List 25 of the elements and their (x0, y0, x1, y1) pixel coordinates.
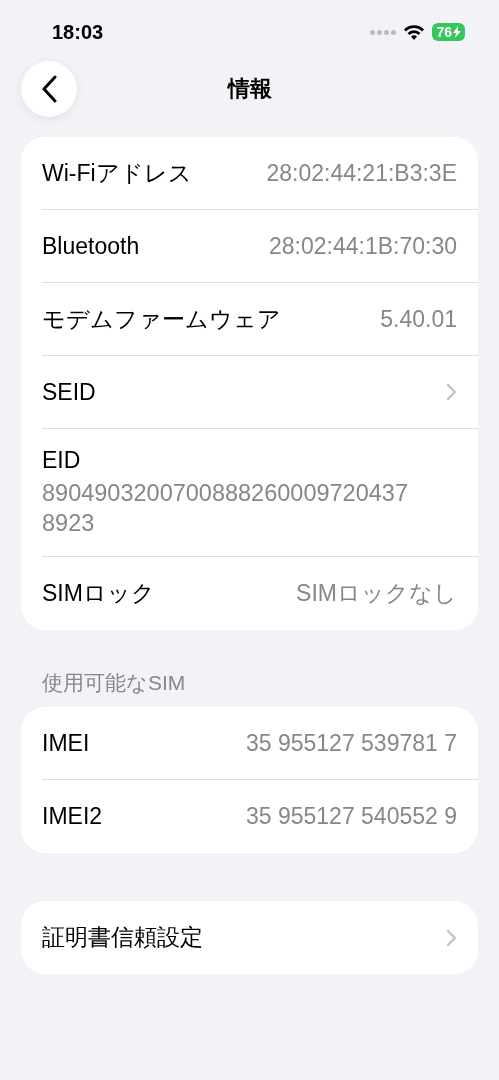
row-label: Bluetooth (42, 232, 140, 260)
back-chevron-icon (41, 75, 57, 103)
wifi-icon (404, 24, 425, 40)
signal-dots-icon (370, 29, 397, 35)
row-label: SIMロック (42, 579, 155, 608)
chevron-right-icon (446, 383, 457, 401)
page-title: 情報 (227, 75, 272, 103)
row-value: 28:02:44:1B:70:30 (269, 232, 457, 260)
row-label: 証明書信頼設定 (42, 923, 203, 952)
row-value: 89049032007008882600097204378923 (42, 479, 409, 538)
row-value: 35 955127 540552 9 (245, 803, 457, 830)
row-label: IMEI2 (42, 803, 103, 830)
row-value: SIMロックなし (296, 579, 457, 608)
chevron-right-icon (446, 928, 457, 947)
row-label: EID (42, 447, 81, 474)
row-label: Wi-Fiアドレス (42, 158, 192, 188)
row-label: モデムファームウェア (42, 304, 281, 334)
battery-indicator: 76 (432, 23, 465, 41)
row-value: 35 955127 539781 7 (245, 729, 457, 757)
row-value: 5.40.01 (380, 305, 457, 333)
row-label: IMEI (42, 729, 90, 757)
status-time: 18:03 (52, 20, 105, 44)
row-label: SEID (42, 378, 96, 406)
section-header: 使用可能なSIM (41, 670, 187, 696)
row-value: 28:02:44:21:B3:3E (266, 159, 457, 187)
